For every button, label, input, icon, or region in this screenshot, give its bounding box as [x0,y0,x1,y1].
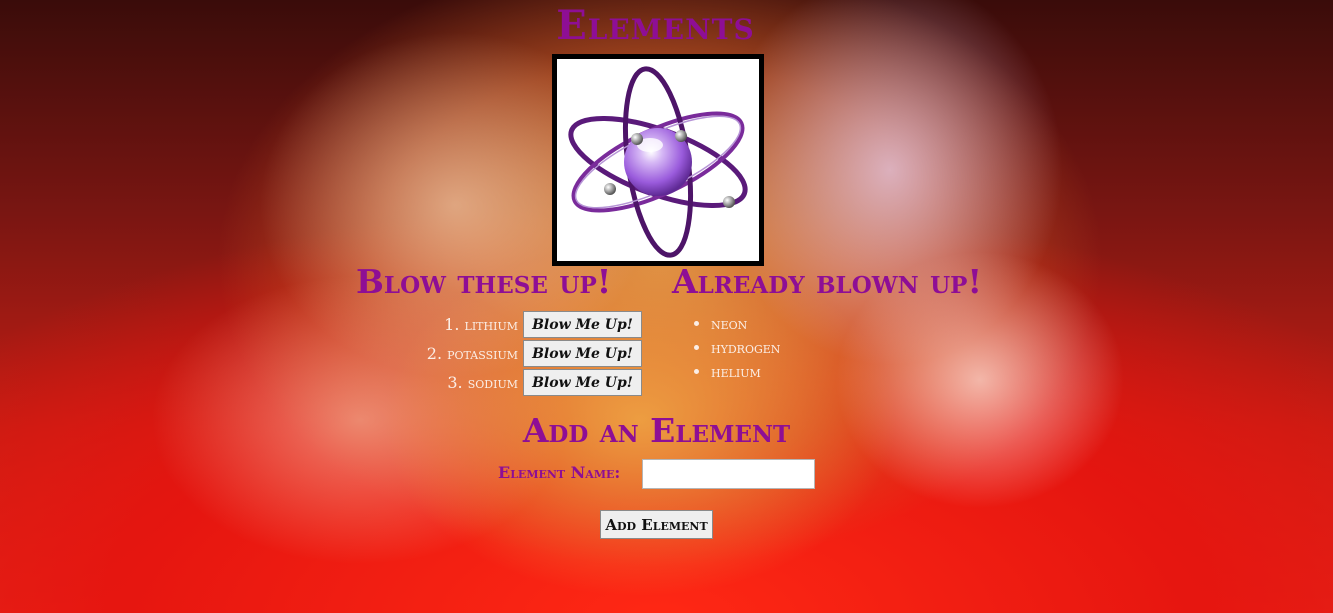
element-entry: 3. sodium [447,373,518,392]
element-name-label: Element Name: [498,463,621,482]
blow-me-up-button[interactable]: Blow Me Up! [523,311,642,338]
element-name: neon [711,313,748,333]
item-number: 2. [426,344,443,363]
add-element-button[interactable]: Add Element [600,510,713,539]
item-number: 1. [444,315,460,334]
blow-me-up-button[interactable]: Blow Me Up! [523,340,642,367]
atom-icon [568,66,748,258]
bullet-icon [694,368,699,374]
element-name: hydrogen [711,337,781,357]
list-item: 3. sodium Blow Me Up! [380,368,642,397]
blown-up-list: neon hydrogen helium [694,311,780,383]
blow-up-heading: Blow these up! [356,262,612,301]
element-name: lithium [464,315,518,334]
bullet-icon [694,320,699,326]
element-entry: 2. potassium [427,344,518,363]
element-name: sodium [467,373,518,392]
list-item: neon [694,311,780,335]
element-entry: 1. lithium [444,315,518,334]
element-name: helium [711,361,761,381]
atom-image [552,54,764,266]
list-item: 1. lithium Blow Me Up! [380,310,642,339]
element-name-input[interactable] [642,459,815,489]
item-number: 3. [447,373,463,392]
page-title: Elements [556,2,755,49]
add-element-heading: Add an Element [522,411,791,450]
blow-me-up-button[interactable]: Blow Me Up! [523,369,642,396]
element-name: potassium [447,344,518,363]
list-item: 2. potassium Blow Me Up! [380,339,642,368]
blown-up-heading: Already blown up! [672,262,982,301]
list-item: hydrogen [694,335,780,359]
blow-up-list: 1. lithium Blow Me Up! 2. potassium Blow… [380,310,642,397]
bullet-icon [694,344,699,350]
list-item: helium [694,359,780,383]
